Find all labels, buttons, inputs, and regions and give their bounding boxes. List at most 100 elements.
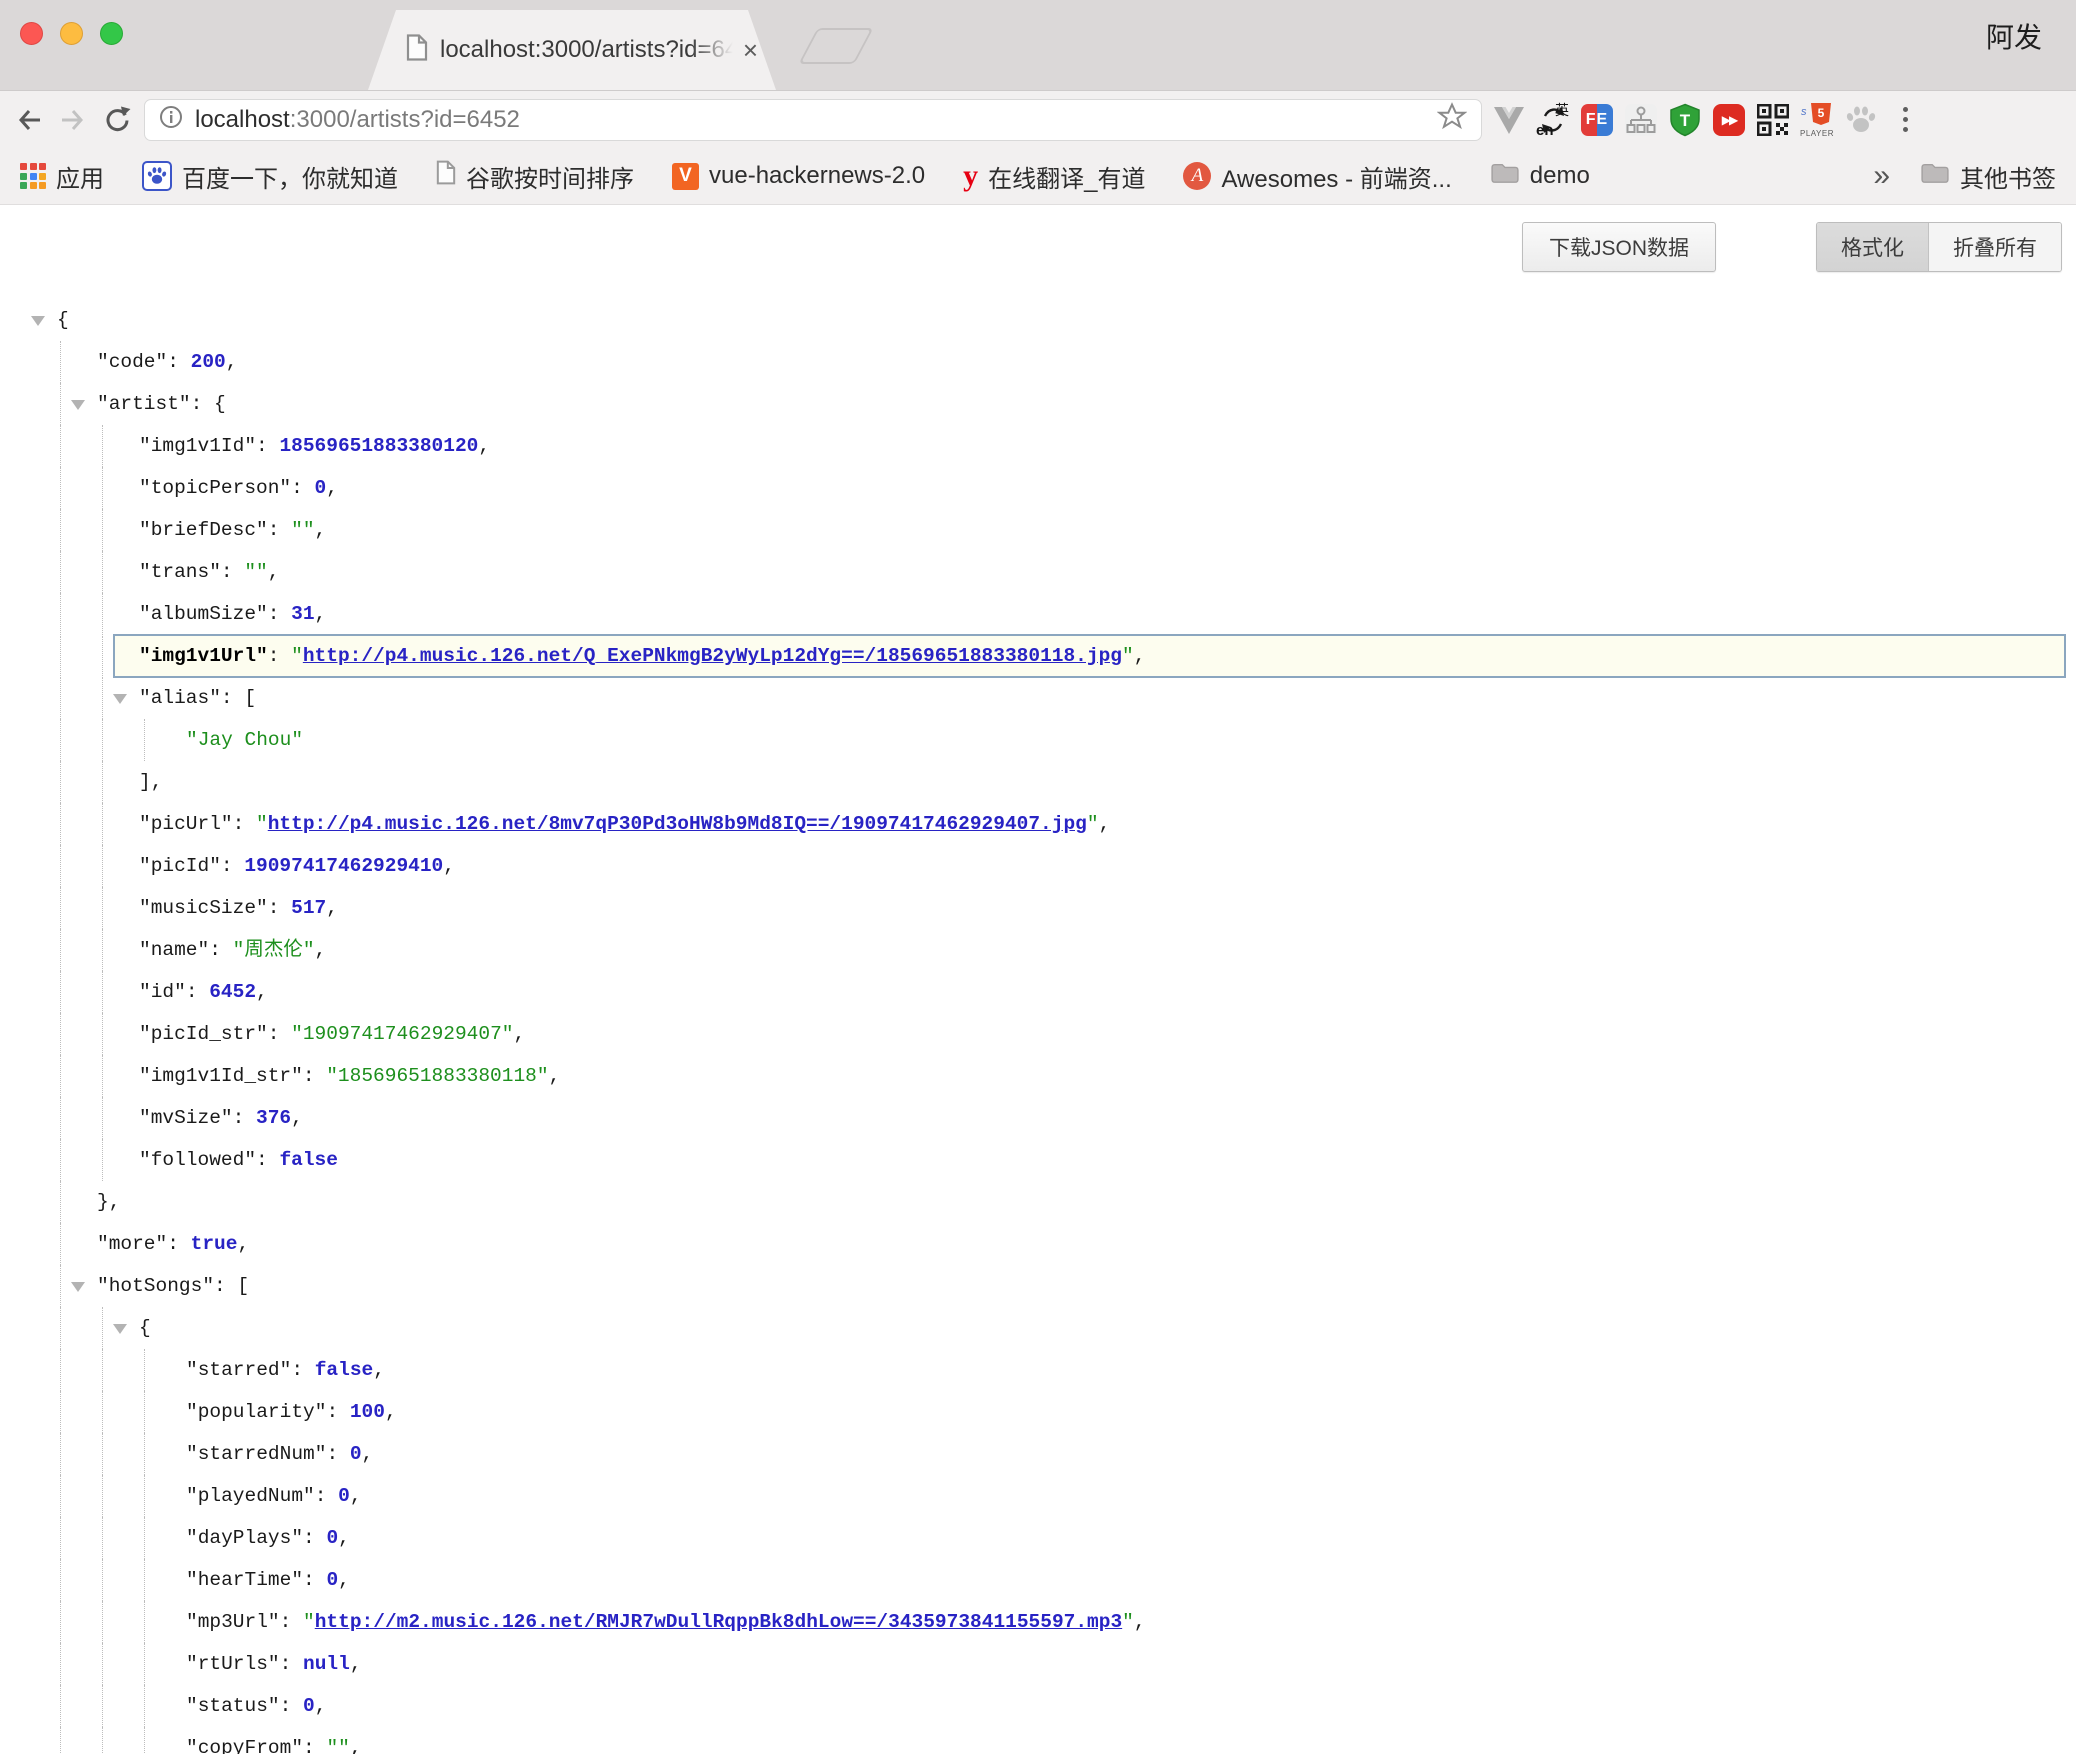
bookmark-item-youdao[interactable]: y 在线翻译_有道 bbox=[963, 159, 1145, 194]
html5-player-icon[interactable]: s 5 PLAYER bbox=[1800, 103, 1834, 137]
indent-guide bbox=[60, 1013, 61, 1055]
bookmark-label: demo bbox=[1530, 162, 1590, 190]
green-shield-extension-icon[interactable]: T bbox=[1668, 103, 1702, 137]
collapse-toggle-icon[interactable] bbox=[71, 1282, 85, 1292]
close-window-button[interactable] bbox=[20, 22, 43, 45]
json-token: "周杰伦" bbox=[233, 939, 315, 961]
json-line-text: "copyFrom": "", bbox=[0, 1727, 2076, 1754]
indent-guide bbox=[102, 1349, 103, 1391]
indent-guide bbox=[102, 1097, 103, 1139]
fe-toolbox-icon[interactable]: FE bbox=[1580, 103, 1614, 137]
page-favicon-icon bbox=[406, 34, 428, 66]
browser-tab[interactable]: localhost:3000/artists?id=645 × bbox=[368, 10, 776, 90]
indent-guide bbox=[102, 1139, 103, 1181]
collapse-toggle-icon[interactable] bbox=[113, 1324, 127, 1334]
json-token: : bbox=[221, 855, 244, 877]
collapse-toggle-icon[interactable] bbox=[113, 694, 127, 704]
indent-guide bbox=[102, 509, 103, 551]
indent-guide bbox=[60, 593, 61, 635]
indent-guide bbox=[60, 551, 61, 593]
bookmark-label: 应用 bbox=[56, 159, 104, 194]
video-downloader-icon[interactable]: ▶▶ bbox=[1712, 103, 1746, 137]
bookmarks-overflow-button[interactable]: » bbox=[1873, 159, 1890, 193]
json-token: 0 bbox=[326, 1569, 338, 1591]
new-tab-button[interactable] bbox=[798, 28, 873, 64]
indent-guide bbox=[60, 1055, 61, 1097]
vue-devtools-icon[interactable] bbox=[1492, 103, 1526, 137]
json-token: 200 bbox=[191, 351, 226, 373]
paw-extension-icon[interactable] bbox=[1844, 103, 1878, 137]
json-token: true bbox=[191, 1233, 238, 1255]
json-row: "mp3Url": "http://m2.music.126.net/RMJR7… bbox=[0, 1601, 2076, 1643]
profile-name[interactable]: 阿发 bbox=[1986, 16, 2042, 56]
json-token: : bbox=[268, 645, 291, 667]
json-token: : bbox=[268, 603, 291, 625]
bookmark-item-apps[interactable]: 应用 bbox=[20, 159, 104, 194]
url-input[interactable]: localhost:3000/artists?id=6452 bbox=[195, 106, 1425, 134]
json-token: "starredNum" bbox=[186, 1443, 326, 1465]
indent-guide bbox=[60, 509, 61, 551]
indent-guide bbox=[60, 1559, 61, 1601]
indent-guide bbox=[102, 1517, 103, 1559]
indent-guide bbox=[60, 761, 61, 803]
page-content: 下载JSON数据 格式化 折叠所有 {"code": 200,"artist":… bbox=[0, 205, 2076, 1754]
json-row: "picId_str": "19097417462929407", bbox=[0, 1013, 2076, 1055]
json-line-text: "rtUrls": null, bbox=[0, 1643, 2076, 1685]
other-bookmarks-folder[interactable]: 其他书签 bbox=[1920, 159, 2056, 194]
json-line-text: "img1v1Id": 18569651883380120, bbox=[0, 425, 2076, 467]
back-button[interactable] bbox=[12, 103, 46, 137]
json-token: "mvSize" bbox=[139, 1107, 233, 1129]
json-row: ], bbox=[0, 761, 2076, 803]
json-token: , bbox=[315, 603, 327, 625]
collapse-toggle-icon[interactable] bbox=[31, 316, 45, 326]
forward-button[interactable] bbox=[56, 103, 90, 137]
minimize-window-button[interactable] bbox=[60, 22, 83, 45]
indent-guide bbox=[60, 636, 61, 676]
indent-guide bbox=[60, 1727, 61, 1754]
sitemap-icon[interactable] bbox=[1624, 103, 1658, 137]
json-url-link[interactable]: http://p4.music.126.net/Q_ExePNkmgB2yWyL… bbox=[303, 645, 1122, 667]
bookmark-item-google-sort[interactable]: 谷歌按时间排序 bbox=[436, 159, 634, 194]
chrome-menu-icon[interactable] bbox=[1888, 103, 1922, 137]
json-token: "img1v1Id_str" bbox=[139, 1065, 303, 1087]
json-token: : bbox=[280, 1653, 303, 1675]
bookmark-star-icon[interactable] bbox=[1437, 102, 1467, 137]
svg-text:T: T bbox=[1680, 111, 1691, 130]
json-line-text: "briefDesc": "", bbox=[0, 509, 2076, 551]
json-url-link[interactable]: http://m2.music.126.net/RMJR7wDullRqppBk… bbox=[315, 1611, 1122, 1633]
page-info-icon[interactable] bbox=[159, 105, 183, 134]
bookmark-label: Awesomes - 前端资... bbox=[1221, 159, 1451, 194]
json-token: , bbox=[478, 435, 490, 457]
bookmark-item-awesomes[interactable]: A Awesomes - 前端资... bbox=[1183, 159, 1451, 194]
json-line-text: "picId": 19097417462929410, bbox=[0, 845, 2076, 887]
bookmark-item-vue-hackernews[interactable]: V vue-hackernews-2.0 bbox=[672, 162, 925, 190]
download-json-button[interactable]: 下载JSON数据 bbox=[1522, 222, 1716, 272]
json-token: , bbox=[256, 981, 268, 1003]
tab-close-button[interactable]: × bbox=[743, 37, 758, 63]
collapse-all-button[interactable]: 折叠所有 bbox=[1929, 223, 2061, 271]
json-token: : bbox=[280, 1611, 303, 1633]
json-token: , bbox=[443, 855, 455, 877]
zoom-window-button[interactable] bbox=[100, 22, 123, 45]
youdao-translate-icon[interactable]: en 英 bbox=[1536, 103, 1570, 137]
translate-en-label: en bbox=[1536, 122, 1554, 139]
bookmark-folder-demo[interactable]: demo bbox=[1490, 161, 1590, 192]
json-token: : bbox=[291, 1359, 314, 1381]
indent-guide bbox=[102, 677, 103, 719]
json-token: , bbox=[350, 1737, 362, 1754]
json-url-link[interactable]: http://p4.music.126.net/8mv7qP30Pd3oHW8b… bbox=[268, 813, 1087, 835]
collapse-toggle-icon[interactable] bbox=[71, 400, 85, 410]
json-token: "name" bbox=[139, 939, 209, 961]
indent-guide bbox=[144, 1391, 145, 1433]
indent-guide bbox=[60, 1223, 61, 1265]
bookmark-item-baidu[interactable]: 百度一下，你就知道 bbox=[142, 159, 398, 194]
indent-guide bbox=[60, 1601, 61, 1643]
reload-button[interactable] bbox=[100, 103, 134, 137]
qrcode-icon[interactable] bbox=[1756, 103, 1790, 137]
indent-guide bbox=[102, 551, 103, 593]
format-button[interactable]: 格式化 bbox=[1817, 223, 1929, 271]
indent-guide bbox=[60, 1433, 61, 1475]
address-bar[interactable]: localhost:3000/artists?id=6452 bbox=[144, 99, 1482, 141]
json-row: "copyFrom": "", bbox=[0, 1727, 2076, 1754]
json-row: "Jay Chou" bbox=[0, 719, 2076, 761]
